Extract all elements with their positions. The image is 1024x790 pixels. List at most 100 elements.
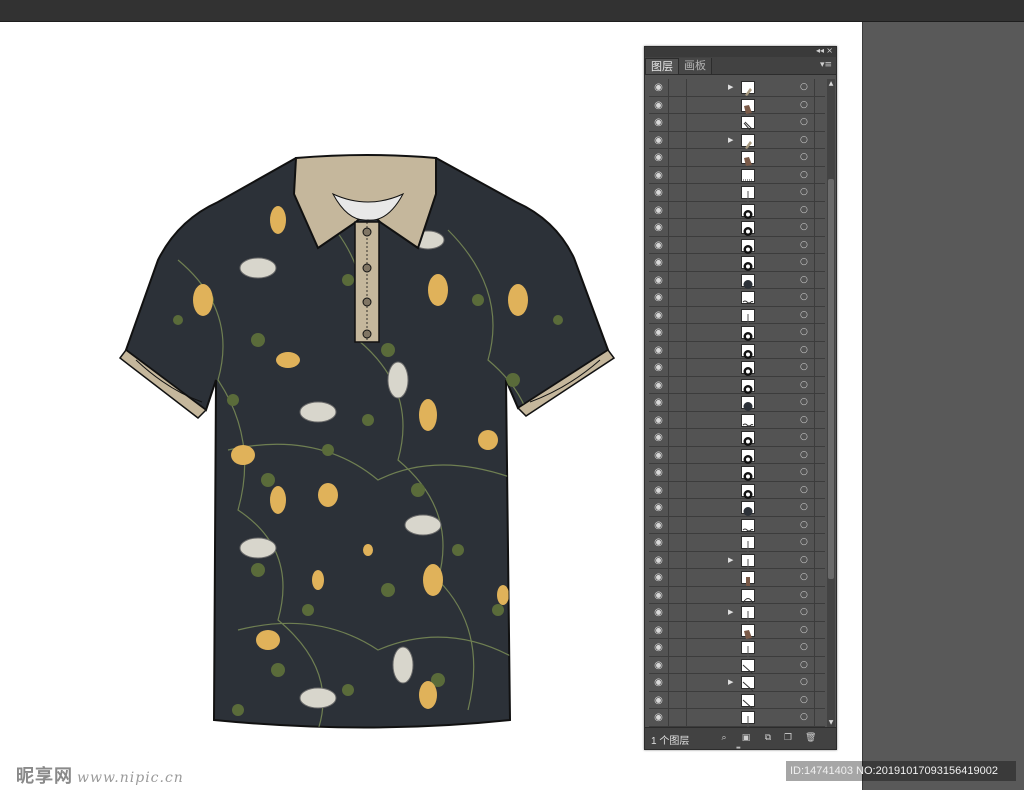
- layer-row[interactable]: ◉ ○: [649, 586, 825, 604]
- selection-column[interactable]: [814, 569, 825, 586]
- selection-column[interactable]: [814, 621, 825, 639]
- clip-mask-icon[interactable]: ▣: [741, 733, 751, 743]
- selection-column[interactable]: [814, 166, 825, 184]
- selection-column[interactable]: [814, 464, 825, 481]
- lock-toggle[interactable]: [670, 96, 687, 114]
- lock-toggle[interactable]: [670, 271, 687, 289]
- close-icon[interactable]: ×: [826, 46, 833, 56]
- selection-column[interactable]: [814, 499, 825, 516]
- scroll-thumb[interactable]: [828, 179, 834, 579]
- target-circle-icon[interactable]: ○: [800, 412, 812, 429]
- eye-icon[interactable]: ◉: [649, 674, 669, 691]
- selection-column[interactable]: [814, 271, 825, 289]
- lock-toggle[interactable]: [670, 201, 687, 219]
- target-circle-icon[interactable]: ○: [800, 359, 812, 376]
- eye-icon[interactable]: ◉: [649, 149, 669, 166]
- layer-row[interactable]: ◉ ○: [649, 114, 825, 132]
- layer-row[interactable]: ◉ ○: [649, 306, 825, 325]
- lock-toggle[interactable]: [670, 306, 687, 324]
- layer-row[interactable]: ◉ ○: [649, 499, 825, 517]
- target-circle-icon[interactable]: ○: [800, 254, 812, 271]
- selection-column[interactable]: [814, 79, 825, 96]
- target-circle-icon[interactable]: ○: [800, 674, 812, 691]
- layer-row[interactable]: ◉ ○: [649, 359, 825, 377]
- selection-column[interactable]: [814, 411, 825, 429]
- resize-grip-icon[interactable]: ▬: [736, 745, 746, 751]
- eye-icon[interactable]: ◉: [649, 709, 669, 726]
- target-circle-icon[interactable]: ○: [800, 307, 812, 324]
- target-circle-icon[interactable]: ○: [800, 237, 812, 254]
- layer-row[interactable]: ◉ ○: [649, 184, 825, 202]
- layer-row[interactable]: ◉ ○: [649, 429, 825, 447]
- layer-row[interactable]: ◉ ○: [649, 394, 825, 412]
- target-circle-icon[interactable]: ○: [800, 517, 812, 534]
- target-circle-icon[interactable]: ○: [800, 132, 812, 149]
- target-circle-icon[interactable]: ○: [800, 692, 812, 709]
- selection-column[interactable]: [814, 551, 825, 569]
- new-sublayer-icon[interactable]: ⧉: [763, 733, 773, 743]
- layer-row[interactable]: ◉ ○: [649, 621, 825, 639]
- target-circle-icon[interactable]: ○: [800, 657, 812, 674]
- target-circle-icon[interactable]: ○: [800, 79, 812, 96]
- expand-triangle-icon[interactable]: ▶: [728, 674, 733, 691]
- layer-row[interactable]: ◉ ○: [649, 166, 825, 184]
- new-layer-icon[interactable]: ❐: [783, 733, 793, 743]
- layer-row[interactable]: ◉ ○: [649, 411, 825, 429]
- eye-icon[interactable]: ◉: [649, 96, 669, 114]
- eye-icon[interactable]: ◉: [649, 219, 669, 236]
- lock-toggle[interactable]: [670, 79, 687, 96]
- lock-toggle[interactable]: [670, 289, 687, 306]
- eye-icon[interactable]: ◉: [649, 464, 669, 481]
- eye-icon[interactable]: ◉: [649, 324, 669, 341]
- lock-toggle[interactable]: [670, 534, 687, 551]
- layer-row[interactable]: ◉ ▶ ○: [649, 674, 825, 692]
- eye-icon[interactable]: ◉: [649, 114, 669, 131]
- collapse-icon[interactable]: ◂◂: [816, 46, 824, 56]
- target-circle-icon[interactable]: ○: [800, 394, 812, 411]
- expand-triangle-icon[interactable]: ▶: [728, 604, 733, 621]
- selection-column[interactable]: [814, 341, 825, 359]
- eye-icon[interactable]: ◉: [649, 289, 669, 306]
- lock-toggle[interactable]: [670, 551, 687, 569]
- selection-column[interactable]: [814, 709, 825, 726]
- lock-toggle[interactable]: [670, 184, 687, 201]
- eye-icon[interactable]: ◉: [649, 166, 669, 184]
- selection-column[interactable]: [814, 656, 825, 674]
- eye-icon[interactable]: ◉: [649, 621, 669, 639]
- selection-column[interactable]: [814, 604, 825, 621]
- layer-row[interactable]: ◉ ○: [649, 254, 825, 272]
- layer-row[interactable]: ◉ ○: [649, 446, 825, 464]
- eye-icon[interactable]: ◉: [649, 534, 669, 551]
- layer-row[interactable]: ◉ ○: [649, 569, 825, 587]
- selection-column[interactable]: [814, 236, 825, 254]
- selection-column[interactable]: [814, 376, 825, 394]
- selection-column[interactable]: [814, 219, 825, 236]
- selection-column[interactable]: [814, 149, 825, 166]
- target-circle-icon[interactable]: ○: [800, 429, 812, 446]
- eye-icon[interactable]: ◉: [649, 551, 669, 569]
- trash-icon[interactable]: 🗑: [805, 733, 816, 743]
- target-circle-icon[interactable]: ○: [800, 289, 812, 306]
- expand-triangle-icon[interactable]: ▶: [728, 132, 733, 149]
- eye-icon[interactable]: ◉: [649, 411, 669, 429]
- lock-toggle[interactable]: [670, 341, 687, 359]
- selection-column[interactable]: [814, 639, 825, 656]
- target-circle-icon[interactable]: ○: [800, 709, 812, 726]
- layer-row[interactable]: ◉ ○: [649, 639, 825, 657]
- target-circle-icon[interactable]: ○: [800, 534, 812, 551]
- layer-row[interactable]: ◉ ○: [649, 709, 825, 727]
- layer-row[interactable]: ◉ ○: [649, 201, 825, 219]
- target-circle-icon[interactable]: ○: [800, 639, 812, 656]
- eye-icon[interactable]: ◉: [649, 184, 669, 201]
- lock-toggle[interactable]: [670, 376, 687, 394]
- eye-icon[interactable]: ◉: [649, 639, 669, 656]
- target-circle-icon[interactable]: ○: [800, 97, 812, 114]
- layer-row[interactable]: ◉ ○: [649, 289, 825, 307]
- lock-toggle[interactable]: [670, 359, 687, 376]
- eye-icon[interactable]: ◉: [649, 481, 669, 499]
- lock-toggle[interactable]: [670, 656, 687, 674]
- eye-icon[interactable]: ◉: [649, 499, 669, 516]
- selection-column[interactable]: [814, 446, 825, 464]
- layer-row[interactable]: ◉ ○: [649, 236, 825, 254]
- eye-icon[interactable]: ◉: [649, 446, 669, 464]
